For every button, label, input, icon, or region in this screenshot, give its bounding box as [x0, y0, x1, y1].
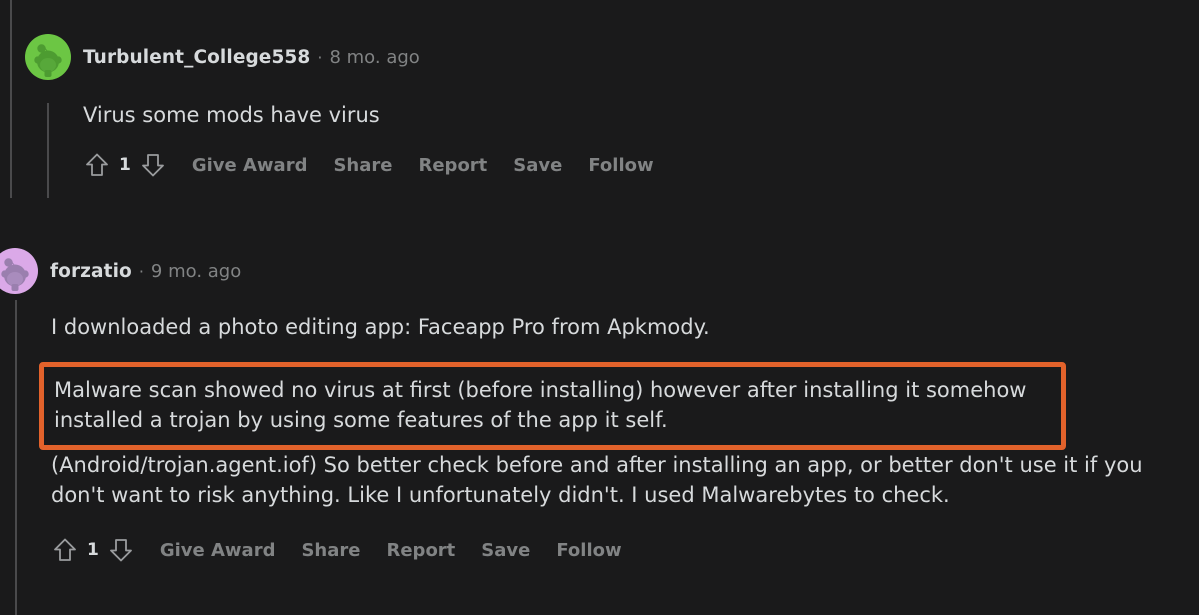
save-button[interactable]: Save [513, 155, 562, 176]
vote-count: 1 [119, 155, 131, 175]
highlighted-text-box: Malware scan showed no virus at first (b… [39, 362, 1066, 450]
comment-author[interactable]: Turbulent_College558 [83, 47, 310, 68]
give-award-button[interactable]: Give Award [160, 540, 276, 561]
report-button[interactable]: Report [386, 540, 455, 561]
arrow-down-icon[interactable] [140, 152, 166, 178]
byline-separator: · [317, 47, 323, 67]
comment-turbulent-college558: Turbulent_College558 · 8 mo. ago Virus s… [0, 34, 1199, 178]
follow-button[interactable]: Follow [556, 540, 621, 561]
comment-forzatio: forzatio · 9 mo. ago I downloaded a phot… [0, 248, 1199, 563]
arrow-up-icon[interactable] [52, 537, 78, 563]
arrow-up-icon[interactable] [84, 152, 110, 178]
comment-body: Virus some mods have virus [83, 100, 1199, 130]
byline-separator: · [138, 261, 144, 281]
byline: Turbulent_College558 · 8 mo. ago [83, 47, 420, 68]
snoo-icon [0, 248, 38, 294]
comment-author[interactable]: forzatio [50, 261, 132, 282]
save-button[interactable]: Save [481, 540, 530, 561]
comment-action-bar: 1 Give Award Share Report Save Follow [84, 152, 1199, 178]
share-button[interactable]: Share [301, 540, 360, 561]
comment-body: I downloaded a photo editing app: Faceap… [39, 312, 1199, 510]
follow-button[interactable]: Follow [588, 155, 653, 176]
byline: forzatio · 9 mo. ago [50, 261, 241, 282]
highlighted-paragraph: Malware scan showed no virus at first (b… [54, 378, 1027, 432]
comment-paragraph: I downloaded a photo editing app: Faceap… [51, 315, 710, 339]
comment-header: Turbulent_College558 · 8 mo. ago [25, 34, 1199, 80]
arrow-down-icon[interactable] [108, 537, 134, 563]
reddit-snoo-avatar-purple[interactable] [0, 248, 38, 294]
report-button[interactable]: Report [418, 155, 487, 176]
snoo-icon [25, 34, 71, 80]
share-button[interactable]: Share [333, 155, 392, 176]
comment-timestamp: 9 mo. ago [150, 260, 242, 282]
comment-action-bar: 1 Give Award Share Report Save Follow [52, 537, 1199, 563]
vote-count: 1 [87, 540, 99, 560]
comment-thread-page: Turbulent_College558 · 8 mo. ago Virus s… [0, 0, 1199, 615]
reddit-snoo-avatar-green[interactable] [25, 34, 71, 80]
comment-paragraph: (Android/trojan.agent.iof) So better che… [51, 453, 1143, 507]
give-award-button[interactable]: Give Award [192, 155, 308, 176]
comment-paragraph: Virus some mods have virus [83, 103, 380, 127]
comment-header: forzatio · 9 mo. ago [0, 248, 1199, 294]
comment-timestamp: 8 mo. ago [329, 46, 420, 68]
